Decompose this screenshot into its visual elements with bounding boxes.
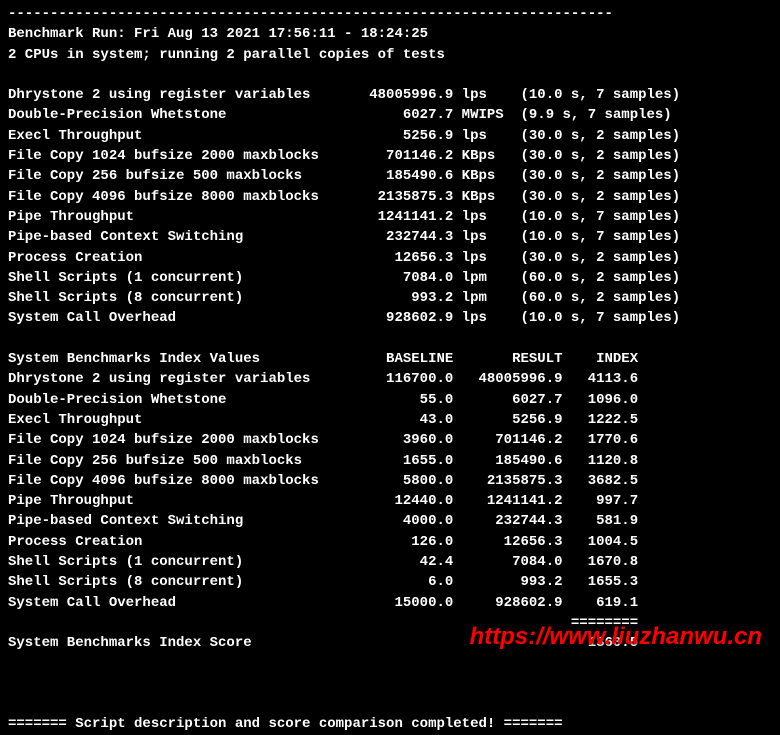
index-row-0: Dhrystone 2 using register variables 116…	[8, 369, 772, 389]
index-row-4: File Copy 256 bufsize 500 maxblocks 1655…	[8, 451, 772, 471]
result-row-4: File Copy 256 bufsize 500 maxblocks 1854…	[8, 166, 772, 186]
index-row-7: Pipe-based Context Switching 4000.0 2327…	[8, 511, 772, 531]
result-row-7: Pipe-based Context Switching 232744.3 lp…	[8, 227, 772, 247]
blank	[8, 674, 772, 694]
result-row-3: File Copy 1024 bufsize 2000 maxblocks 70…	[8, 146, 772, 166]
blank	[8, 654, 772, 674]
index-row-10: Shell Scripts (8 concurrent) 6.0 993.2 1…	[8, 572, 772, 592]
index-row-5: File Copy 4096 bufsize 8000 maxblocks 58…	[8, 471, 772, 491]
blank	[8, 329, 772, 349]
result-row-0: Dhrystone 2 using register variables 480…	[8, 85, 772, 105]
result-row-9: Shell Scripts (1 concurrent) 7084.0 lpm …	[8, 268, 772, 288]
run-info: Benchmark Run: Fri Aug 13 2021 17:56:11 …	[8, 24, 772, 44]
footer: ======= Script description and score com…	[8, 714, 772, 734]
index-row-9: Shell Scripts (1 concurrent) 42.4 7084.0…	[8, 552, 772, 572]
index-header: System Benchmarks Index Values BASELINE …	[8, 349, 772, 369]
index-row-8: Process Creation 126.0 12656.3 1004.5	[8, 532, 772, 552]
divider-top: ----------------------------------------…	[8, 4, 772, 24]
result-row-5: File Copy 4096 bufsize 8000 maxblocks 21…	[8, 187, 772, 207]
result-row-10: Shell Scripts (8 concurrent) 993.2 lpm (…	[8, 288, 772, 308]
result-row-8: Process Creation 12656.3 lps (30.0 s, 2 …	[8, 248, 772, 268]
result-row-1: Double-Precision Whetstone 6027.7 MWIPS …	[8, 105, 772, 125]
result-row-11: System Call Overhead 928602.9 lps (10.0 …	[8, 308, 772, 328]
index-row-6: Pipe Throughput 12440.0 1241141.2 997.7	[8, 491, 772, 511]
blank	[8, 65, 772, 85]
result-row-6: Pipe Throughput 1241141.2 lps (10.0 s, 7…	[8, 207, 772, 227]
index-row-11: System Call Overhead 15000.0 928602.9 61…	[8, 593, 772, 613]
cpu-info: 2 CPUs in system; running 2 parallel cop…	[8, 45, 772, 65]
watermark-text: https://www.liuzhanwu.cn	[470, 620, 762, 655]
result-row-2: Execl Throughput 5256.9 lps (30.0 s, 2 s…	[8, 126, 772, 146]
index-row-2: Execl Throughput 43.0 5256.9 1222.5	[8, 410, 772, 430]
index-row-1: Double-Precision Whetstone 55.0 6027.7 1…	[8, 390, 772, 410]
blank	[8, 694, 772, 714]
index-row-3: File Copy 1024 bufsize 2000 maxblocks 39…	[8, 430, 772, 450]
